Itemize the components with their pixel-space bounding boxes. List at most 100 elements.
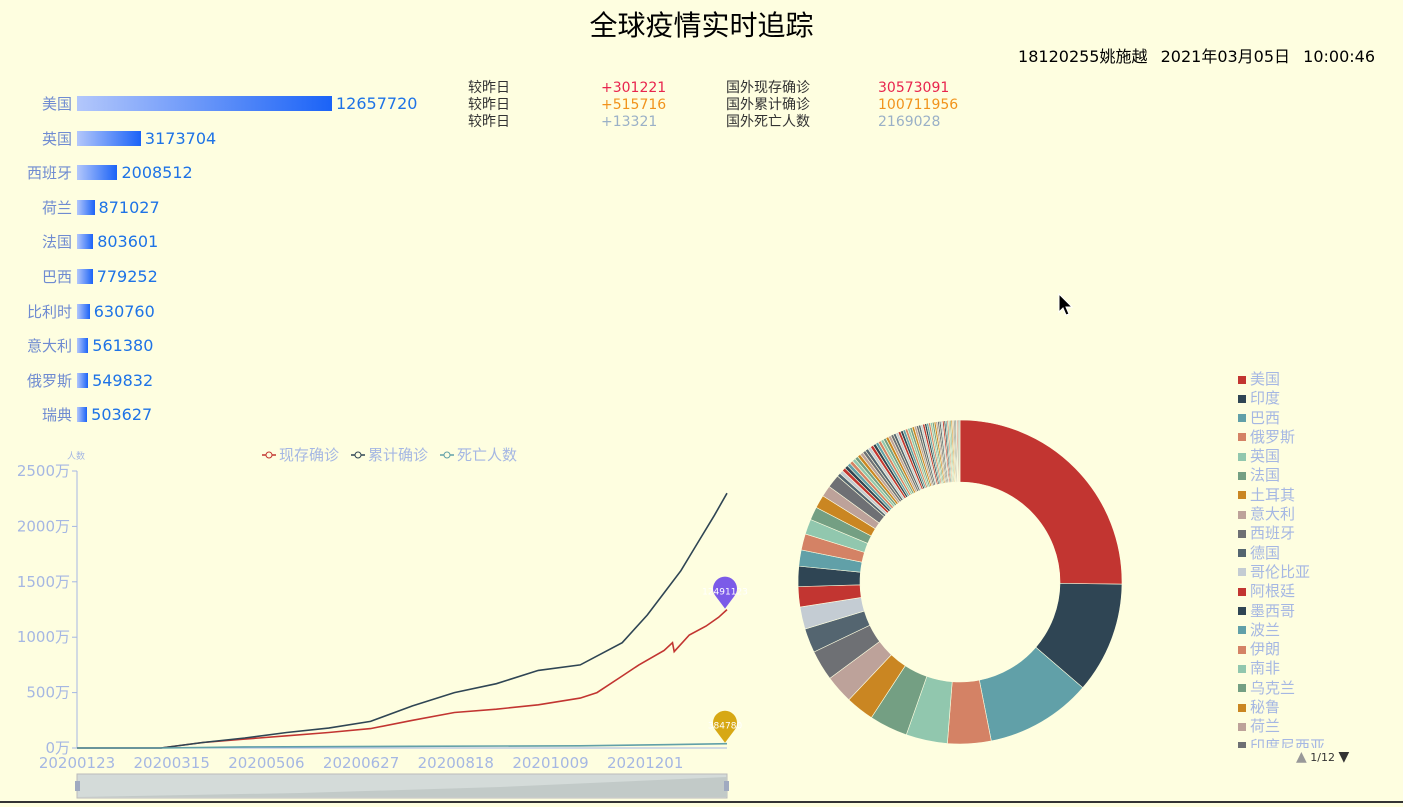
trend-line-chart: 人数 0万 500万 1000万 1500万 2000万 2500万 20200123 2020… xyxy=(0,445,760,807)
series-line xyxy=(77,492,728,749)
donut-slice[interactable] xyxy=(959,419,1123,585)
pie-legend-item[interactable]: 法国 xyxy=(1238,466,1368,485)
bar-mark xyxy=(77,303,90,319)
pie-legend-item[interactable]: 阿根廷 xyxy=(1238,582,1368,601)
bar-category-label: 意大利 xyxy=(26,337,72,356)
bar-value-label: 2008512 xyxy=(121,163,193,183)
stat-compare-label: 较昨日 xyxy=(468,114,510,130)
legend-swatch-icon xyxy=(1238,414,1246,423)
donut-slice[interactable] xyxy=(958,419,961,483)
pie-legend-label: 法国 xyxy=(1250,466,1281,485)
stat-row: 较昨日 +301221 国外现存确诊 30573091 xyxy=(468,80,968,97)
pie-legend-item[interactable]: 印度 xyxy=(1238,389,1368,408)
legend-swatch-icon xyxy=(1238,684,1246,693)
time-label: 10:00:46 xyxy=(1303,47,1375,66)
zoom-handle-left[interactable] xyxy=(75,781,80,791)
line-legend-item[interactable]: 现存确诊 xyxy=(262,446,339,464)
x-tick-label: 20200123 xyxy=(39,754,115,772)
pie-legend-item[interactable]: 南非 xyxy=(1238,659,1368,678)
mouse-cursor-icon xyxy=(1058,293,1074,316)
bar-mark xyxy=(77,269,93,284)
legend-swatch-icon xyxy=(1238,491,1246,500)
bar-category-label: 俄罗斯 xyxy=(26,371,72,390)
stat-row: 较昨日 +13321 国外死亡人数 2169028 xyxy=(468,114,968,131)
stat-compare-label: 较昨日 xyxy=(468,97,510,113)
stat-value: 30573091 xyxy=(878,80,950,96)
pie-legend-item[interactable]: 英国 xyxy=(1238,447,1368,466)
legend-swatch-icon xyxy=(1238,452,1246,461)
pie-legend-label: 秘鲁 xyxy=(1250,698,1281,717)
bar-value-label: 779252 xyxy=(96,267,158,286)
bar-category-label: 法国 xyxy=(41,233,72,252)
legend-swatch-icon xyxy=(1238,510,1246,519)
pie-legend-item[interactable]: 土耳其 xyxy=(1238,486,1368,505)
line-legend-label: 现存确诊 xyxy=(279,446,339,464)
stat-name: 国外累计确诊 xyxy=(726,97,810,113)
pie-legend-item[interactable]: 西班牙 xyxy=(1238,524,1368,543)
bar-mark xyxy=(77,199,95,215)
pie-legend[interactable]: 美国 印度 巴西 俄罗斯 英国 法国 土耳其 意大利 西班牙 德国 哥伦比亚 阿根廷 墨西哥 波兰 伊朗 南非… xyxy=(1238,370,1368,748)
page-up-icon[interactable]: ▲ xyxy=(1296,749,1307,765)
pie-legend-item[interactable]: 荷兰 xyxy=(1238,717,1368,736)
bar-row: 荷兰 871027 xyxy=(0,198,450,218)
pie-legend-label: 波兰 xyxy=(1250,620,1281,639)
bar-category-label: 瑞典 xyxy=(41,406,72,425)
pie-legend-item[interactable]: 意大利 xyxy=(1238,505,1368,524)
bar-row: 法国 803601 xyxy=(0,232,450,252)
pie-legend-item[interactable]: 秘鲁 xyxy=(1238,698,1368,717)
legend-swatch-icon xyxy=(1238,568,1246,577)
data-zoom-slider[interactable] xyxy=(75,773,729,799)
x-tick-label: 20200627 xyxy=(323,754,399,772)
series-marker-pin[interactable]: 12491123 xyxy=(702,576,748,609)
pie-legend-item[interactable]: 墨西哥 xyxy=(1238,602,1368,621)
bar-mark xyxy=(77,338,89,354)
legend-pager[interactable]: ▲ 1/12 ▼ xyxy=(1296,749,1349,765)
stat-value: 2169028 xyxy=(878,114,941,130)
header-info: 18120255姚施越 2021年03月05日 10:00:46 xyxy=(1010,43,1375,67)
pie-legend-item[interactable]: 美国 xyxy=(1238,370,1368,389)
pie-legend-item[interactable]: 伊朗 xyxy=(1238,640,1368,659)
x-tick-label: 20200818 xyxy=(418,754,494,772)
pie-legend-item[interactable]: 波兰 xyxy=(1238,621,1368,640)
series-marker-pin[interactable]: 384780 xyxy=(708,710,743,743)
bar-category-label: 美国 xyxy=(41,95,72,113)
bar-mark xyxy=(77,130,141,146)
stats-panel: 较昨日 +301221 国外现存确诊 30573091 较昨日 +515716 国外累计确诊… xyxy=(468,80,968,131)
pie-legend-label: 哥伦比亚 xyxy=(1250,562,1311,581)
series-line xyxy=(77,609,728,749)
bar-mark xyxy=(77,372,89,388)
y-tick-label: 2500万 xyxy=(17,462,70,480)
legend-circle-icon xyxy=(443,451,451,459)
pie-legend-item[interactable]: 德国 xyxy=(1238,544,1368,563)
page-indicator: 1/12 xyxy=(1310,751,1335,764)
pie-legend-label: 伊朗 xyxy=(1250,640,1281,659)
legend-swatch-icon xyxy=(1238,703,1246,712)
zoom-handle-right[interactable] xyxy=(724,781,729,791)
bar-category-label: 英国 xyxy=(41,129,72,148)
pie-legend-item[interactable]: 哥伦比亚 xyxy=(1238,563,1368,582)
page-title: 全球疫情实时追踪 xyxy=(589,9,814,42)
line-legend-item[interactable]: 累计确诊 xyxy=(351,446,428,464)
date-label: 2021年03月05日 xyxy=(1160,47,1291,66)
legend-circle-icon xyxy=(354,451,362,459)
pie-legend-label: 南非 xyxy=(1250,659,1281,678)
page-down-icon[interactable]: ▼ xyxy=(1338,749,1349,765)
pin-value-label: 12491123 xyxy=(702,588,748,598)
legend-swatch-icon xyxy=(1238,664,1246,673)
bar-category-label: 西班牙 xyxy=(26,164,72,183)
line-legend-item[interactable]: 死亡人数 xyxy=(440,446,517,464)
legend-swatch-icon xyxy=(1238,722,1246,731)
stat-value: 100711956 xyxy=(878,97,959,113)
pie-legend-item[interactable]: 印度尼西亚 xyxy=(1238,737,1368,748)
stat-row: 较昨日 +515716 国外累计确诊 100711956 xyxy=(468,97,968,114)
pie-legend-item[interactable]: 巴西 xyxy=(1238,409,1368,428)
pie-legend-item[interactable]: 乌克兰 xyxy=(1238,679,1368,698)
user-label: 18120255姚施越 xyxy=(1018,47,1148,66)
bar-row: 俄罗斯 549832 xyxy=(0,371,450,391)
stat-delta: +515716 xyxy=(601,97,667,113)
legend-circle-icon xyxy=(265,451,273,459)
pie-legend-item[interactable]: 俄罗斯 xyxy=(1238,428,1368,447)
pie-legend-label: 土耳其 xyxy=(1250,485,1296,504)
line-chart-svg: 人数0万500万1000万1500万2000万2500万20200123 2020… xyxy=(17,446,748,799)
pie-legend-label: 意大利 xyxy=(1250,505,1296,524)
